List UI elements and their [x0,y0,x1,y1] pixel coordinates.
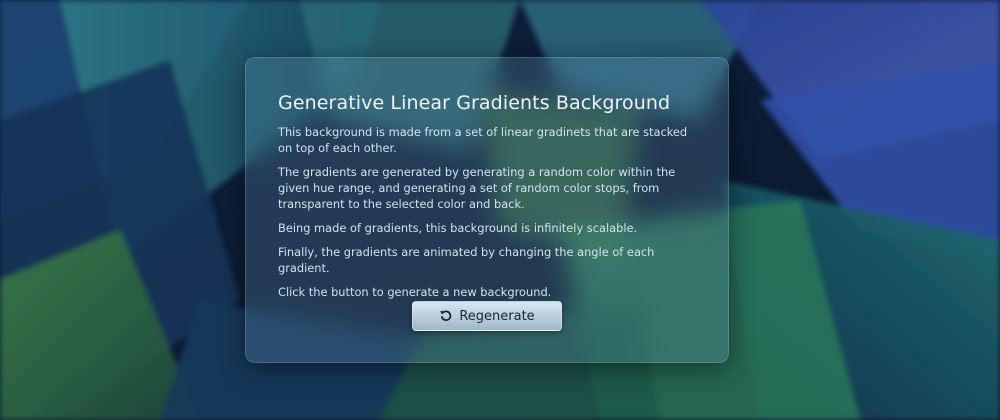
regenerate-button-label: Regenerate [459,308,535,324]
panel-title: Generative Linear Gradients Background [278,92,671,114]
description-paragraph-3: Being made of gradients, this background… [278,221,638,235]
description-paragraph-4: Finally, the gradients are animated by c… [278,245,655,275]
description-paragraph-5: Click the button to generate a new backg… [278,285,552,299]
description-paragraph-2: The gradients are generated by generatin… [278,165,676,211]
refresh-icon [439,309,453,323]
regenerate-button[interactable]: Regenerate [412,301,562,331]
button-container: Regenerate [246,301,728,331]
description-paragraph-1: This background is made from a set of li… [278,125,688,155]
info-panel: Generative Linear Gradients Background T… [245,57,729,363]
